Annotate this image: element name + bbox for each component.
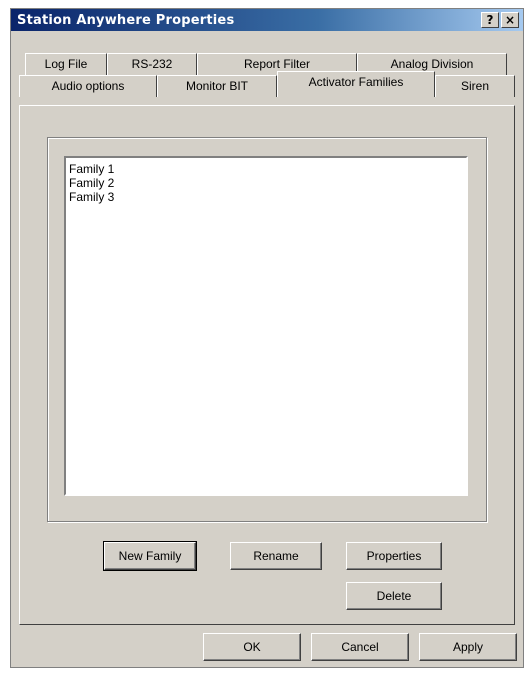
families-list[interactable]: Family 1 Family 2 Family 3	[64, 156, 468, 496]
activator-families-panel: Family 1 Family 2 Family 3 New Family Re…	[19, 105, 515, 625]
tab-siren[interactable]: Siren	[435, 75, 515, 97]
rename-button[interactable]: Rename	[230, 542, 322, 570]
tab-audio-options[interactable]: Audio options	[19, 75, 157, 97]
new-family-button[interactable]: New Family	[103, 541, 197, 571]
tab-monitor-bit[interactable]: Monitor BIT	[157, 75, 277, 97]
properties-button[interactable]: Properties	[346, 542, 442, 570]
tab-activator-families[interactable]: Activator Families	[277, 71, 435, 97]
tab-rs-232[interactable]: RS-232	[107, 53, 197, 75]
list-item[interactable]: Family 3	[69, 190, 463, 204]
ok-button[interactable]: OK	[203, 633, 301, 661]
help-button[interactable]: ?	[481, 12, 499, 28]
close-button[interactable]: ×	[501, 12, 519, 28]
cancel-button[interactable]: Cancel	[311, 633, 409, 661]
title-bar[interactable]: Station Anywhere Properties ? ×	[11, 9, 523, 31]
apply-button[interactable]: Apply	[419, 633, 517, 661]
tab-log-file[interactable]: Log File	[25, 53, 107, 75]
window-title: Station Anywhere Properties	[17, 12, 235, 28]
list-item[interactable]: Family 1	[69, 162, 463, 176]
delete-button[interactable]: Delete	[346, 582, 442, 610]
properties-dialog: Station Anywhere Properties ? × Log File…	[10, 8, 524, 668]
list-item[interactable]: Family 2	[69, 176, 463, 190]
